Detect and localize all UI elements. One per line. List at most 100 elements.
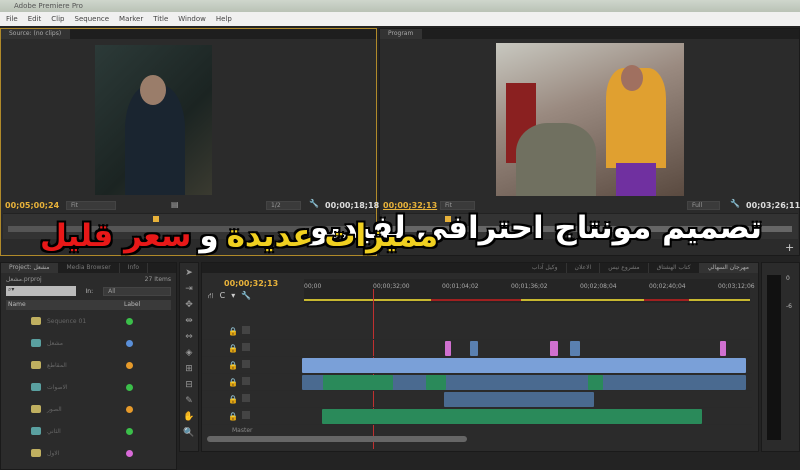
tab-project[interactable]: Project: مشعل (1, 263, 59, 273)
project-item[interactable]: Sequence 01 (1, 310, 176, 332)
timeline-tab[interactable]: كتاب الهشتاق (649, 263, 700, 273)
time-ruler[interactable]: 00;00 00;00;32;00 00;01;04;02 00;01;36;02 00… (304, 279, 755, 303)
window-title: Adobe Premiere Pro (14, 2, 83, 10)
tab-program[interactable]: Program (380, 29, 423, 39)
ripple-edit-tool-icon[interactable]: ✥ (183, 299, 195, 311)
project-item[interactable]: مشعل (1, 332, 176, 354)
timeline-clip[interactable] (444, 392, 594, 407)
toggle-output-icon[interactable] (242, 326, 250, 334)
timeline-timecode[interactable]: 00;00;32;13 (224, 279, 278, 288)
meter-label: 0 (786, 275, 790, 282)
lock-icon[interactable]: 🔒 (228, 378, 238, 387)
toggle-output-icon[interactable] (242, 343, 250, 351)
toggle-output-icon[interactable] (242, 394, 250, 402)
label-color[interactable] (126, 383, 133, 391)
slide-tool-icon[interactable]: ⊟ (183, 379, 195, 391)
timeline-clip[interactable] (588, 375, 603, 390)
selection-tool-icon[interactable]: ➤ (183, 267, 195, 279)
project-item[interactable]: الاول (1, 442, 176, 464)
label-color[interactable] (126, 339, 133, 347)
zoom-tool-icon[interactable]: 🔍 (183, 427, 195, 439)
project-item[interactable]: الثاني (1, 420, 176, 442)
source-video-frame (95, 45, 212, 195)
tab-source[interactable]: Source: (no clips) (1, 29, 71, 39)
timeline-tab[interactable]: مشروع نيس (600, 263, 649, 273)
pen-tool-icon[interactable]: ✎ (183, 395, 195, 407)
column-name[interactable]: Name (6, 300, 124, 310)
project-item[interactable]: الاصوات (1, 376, 176, 398)
toggle-output-icon[interactable] (242, 377, 250, 385)
linked-selection-icon[interactable]: C (220, 291, 226, 301)
label-color[interactable] (126, 405, 133, 413)
label-color[interactable] (126, 427, 133, 435)
toggle-output-icon[interactable] (242, 411, 250, 419)
tab-info[interactable]: Info (120, 263, 149, 273)
track-select-tool-icon[interactable]: ⇥ (183, 283, 195, 295)
rolling-edit-tool-icon[interactable]: ⇹ (183, 315, 195, 327)
menu-clip[interactable]: Clip (51, 12, 64, 26)
program-duration: 00;03;26;11 (746, 201, 800, 210)
menu-help[interactable]: Help (216, 12, 232, 26)
search-input[interactable]: ⌕▾ (6, 286, 76, 296)
wrench-icon[interactable]: 🔧 (309, 199, 319, 208)
project-item[interactable]: المقاطع (1, 354, 176, 376)
razor-tool-icon[interactable]: ◈ (183, 347, 195, 359)
source-resolution-select[interactable]: 1/2 (266, 201, 301, 210)
snap-icon[interactable]: ⛙ (208, 291, 214, 301)
toggle-output-icon[interactable] (242, 360, 250, 368)
timeline-clip[interactable] (720, 341, 726, 356)
settings-wrench-icon[interactable]: 🔧 (241, 291, 251, 301)
timeline-tab[interactable]: الاعلان (567, 263, 601, 273)
file-icon (31, 405, 41, 413)
slip-tool-icon[interactable]: ⊞ (183, 363, 195, 375)
file-icon (31, 317, 41, 325)
wrench-icon[interactable]: 🔧 (730, 199, 740, 208)
file-icon (31, 427, 41, 435)
menu-marker[interactable]: Marker (119, 12, 143, 26)
add-button[interactable]: + (785, 241, 794, 254)
column-label[interactable]: Label (124, 300, 140, 310)
timeline-clip[interactable] (322, 409, 702, 424)
hand-tool-icon[interactable]: ✋ (183, 411, 195, 423)
label-color[interactable] (126, 449, 133, 457)
program-zoom-select[interactable]: Fit (440, 201, 475, 210)
label-color[interactable] (126, 317, 133, 325)
project-item[interactable]: الصور (1, 398, 176, 420)
in-select[interactable]: All (103, 286, 171, 296)
menu-edit[interactable]: Edit (28, 12, 42, 26)
timeline-tab[interactable]: وكيل آداب (524, 263, 567, 273)
program-resolution-select[interactable]: Full (687, 201, 720, 210)
label-color[interactable] (126, 361, 133, 369)
ruler-label: 00;01;36;02 (511, 283, 548, 290)
timeline-clip[interactable] (570, 341, 580, 356)
timeline-clip[interactable] (426, 375, 446, 390)
menu-file[interactable]: File (6, 12, 18, 26)
timeline-tab[interactable]: مهرجان السهالي (699, 263, 758, 273)
add-marker-icon[interactable]: ▾ (231, 291, 235, 301)
source-zoom-select[interactable]: Fit (66, 201, 116, 210)
timeline-clip[interactable] (470, 341, 478, 356)
program-timecode-current[interactable]: 00;00;32;13 (383, 201, 437, 210)
lock-icon[interactable]: 🔒 (228, 395, 238, 404)
ruler-label: 00;00;32;00 (373, 283, 410, 290)
menu-bar: File Edit Clip Sequence Marker Title Window Hel… (0, 12, 800, 26)
tab-media-browser[interactable]: Media Browser (58, 263, 120, 273)
lock-icon[interactable]: 🔒 (228, 361, 238, 370)
lock-icon[interactable]: 🔒 (228, 344, 238, 353)
rate-stretch-tool-icon[interactable]: ⇔ (183, 331, 195, 343)
timeline-clip[interactable] (302, 358, 746, 373)
timeline-clip[interactable] (550, 341, 558, 356)
title-bar: Adobe Premiere Pro (0, 0, 800, 12)
tools-panel: ➤ ⇥ ✥ ⇹ ⇔ ◈ ⊞ ⊟ ✎ ✋ 🔍 (179, 262, 199, 452)
menu-sequence[interactable]: Sequence (75, 12, 110, 26)
timeline-clip[interactable] (445, 341, 451, 356)
menu-title[interactable]: Title (153, 12, 168, 26)
overlay-white-text: و (198, 217, 219, 255)
lock-icon[interactable]: 🔒 (228, 327, 238, 336)
film-icon[interactable]: ▤ (171, 200, 179, 209)
menu-window[interactable]: Window (178, 12, 206, 26)
timeline-clip[interactable] (323, 375, 393, 390)
lock-icon[interactable]: 🔒 (228, 412, 238, 421)
source-duration: 00;00;18;18 (325, 201, 380, 210)
timeline-scrollbar[interactable] (207, 436, 467, 442)
